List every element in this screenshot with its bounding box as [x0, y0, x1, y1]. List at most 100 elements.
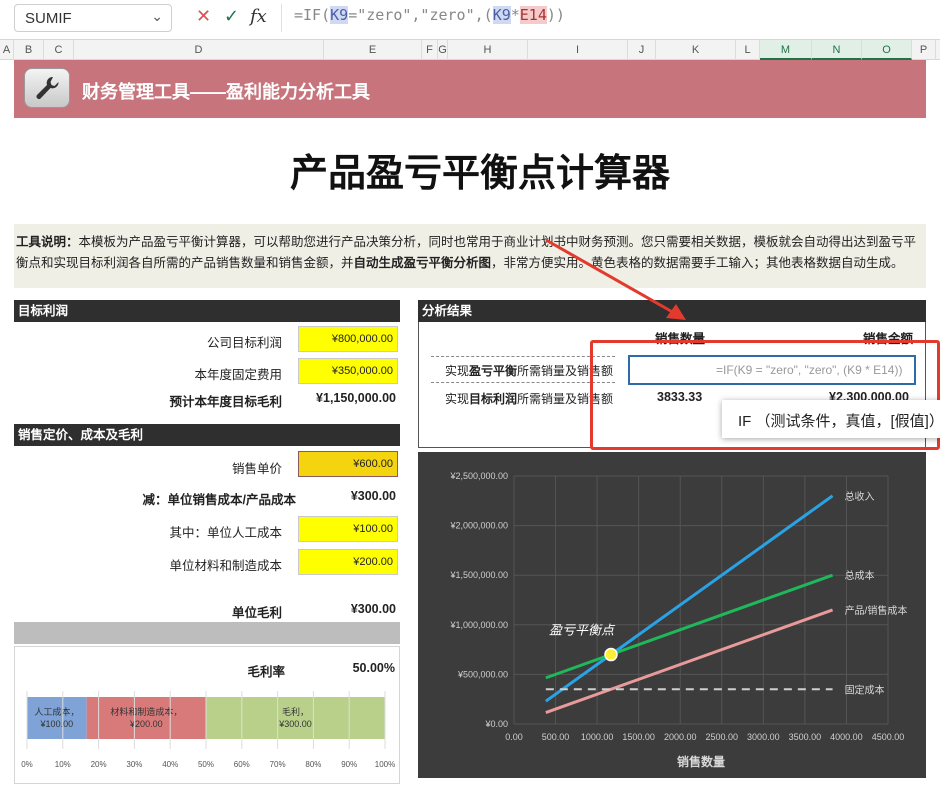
y-tick-label: ¥1,500,000.00 — [449, 570, 508, 580]
bar-tick-label: 20% — [91, 760, 107, 769]
description-bold: 自动生成盈亏平衡分析图 — [353, 256, 492, 270]
margin-rate-value: 50.00% — [352, 661, 395, 675]
labor-cost-label: 其中：单位人工成本 — [169, 526, 282, 540]
y-tick-label: ¥2,000,000.00 — [449, 521, 508, 531]
column-header-b[interactable]: B — [14, 40, 44, 60]
x-tick-label: 4500.00 — [872, 732, 905, 742]
confirm-icon[interactable]: ✓ — [224, 6, 239, 27]
breakeven-point — [604, 647, 618, 662]
series-label: 总成本 — [845, 569, 875, 582]
banner: 财务管理工具——盈利能力分析工具 — [14, 60, 926, 118]
name-box[interactable]: SUMIF ⌄ — [14, 4, 172, 32]
chevron-down-icon[interactable]: ⌄ — [151, 8, 163, 25]
fx-icon[interactable]: fx — [250, 6, 267, 27]
bar-segment-label: 毛利， — [282, 706, 309, 717]
bar-segment — [86, 697, 206, 739]
material-cost-input[interactable]: ¥200.00 — [298, 549, 398, 575]
bar-segment-value: ¥100.00 — [40, 719, 74, 729]
y-tick-label: ¥0.00 — [484, 719, 508, 729]
fixed-cost-input[interactable]: ¥350,000.00 — [298, 358, 398, 384]
formula-buttons: ✕ ✓ fx — [186, 4, 282, 32]
breakeven-chart: 0.00 500.00 1000.00 1500.00 2000.00 2500.00 30… — [418, 452, 926, 778]
column-header-d[interactable]: D — [74, 40, 324, 60]
unit-price-input[interactable]: ¥600.00 — [298, 451, 398, 477]
bar-segment-label: 人工成本， — [34, 706, 79, 717]
formula-mid: ="zero","zero",( — [348, 6, 493, 24]
column-header-o[interactable]: O — [862, 40, 912, 60]
x-axis-label: 销售数量 — [677, 754, 725, 769]
labor-cost-input[interactable]: ¥100.00 — [298, 516, 398, 542]
name-box-value: SUMIF — [25, 10, 72, 27]
tool-description: 工具说明：本模板为产品盈亏平衡计算器，可以帮助您进行产品决策分析，同时也常用于商… — [14, 224, 926, 288]
bar-tick-label: 90% — [341, 760, 357, 769]
column-header-h[interactable]: H — [448, 40, 528, 60]
bar-tick-label: 30% — [126, 760, 142, 769]
bar-segment — [27, 697, 87, 739]
bar-tick-label: 0% — [21, 760, 33, 769]
company-target-label: 公司目标利润 — [206, 336, 282, 350]
bar-tick-label: 10% — [55, 760, 71, 769]
x-tick-label: 1000.00 — [581, 732, 614, 742]
formula-ref-e14: E14 — [519, 6, 547, 24]
x-tick-label: 3000.00 — [747, 732, 780, 742]
page-title: 产品盈亏平衡点计算器 — [289, 153, 670, 195]
y-tick-label: ¥2,500,000.00 — [449, 471, 508, 481]
x-tick-label: 500.00 — [542, 732, 570, 742]
material-cost-label: 单位材料和制造成本 — [169, 559, 282, 573]
formula-input[interactable]: =IF(K9="zero","zero",(K9*E14)) — [294, 6, 565, 24]
series-label: 总收入 — [845, 490, 875, 503]
x-tick-label: 1500.00 — [622, 732, 655, 742]
x-tick-label: 4000.00 — [830, 732, 863, 742]
unit-margin-value: ¥300.00 — [350, 602, 396, 616]
x-tick-label: 3500.00 — [789, 732, 822, 742]
formula-ref-k9-b: K9 — [492, 6, 511, 24]
bar-tick-label: 80% — [305, 760, 321, 769]
column-header-m[interactable]: M — [760, 40, 812, 60]
y-tick-label: ¥1,000,000.00 — [449, 620, 508, 630]
cancel-icon[interactable]: ✕ — [196, 6, 211, 27]
gross-target-label: 预计本年度目标毛利 — [169, 395, 282, 409]
series-line — [544, 494, 834, 703]
section-target-profit: 目标利润 — [14, 300, 400, 322]
unit-price-label: 销售单价 — [231, 462, 282, 476]
x-tick-label: 2500.00 — [706, 732, 739, 742]
column-header-j[interactable]: J — [628, 40, 656, 60]
y-tick-label: ¥500,000.00 — [457, 669, 508, 679]
wrench-icon — [24, 68, 70, 108]
bar-tick-label: 70% — [270, 760, 286, 769]
bar-segment-label: 材料和制造成本， — [110, 706, 182, 717]
formula-prefix: =IF( — [294, 6, 331, 24]
column-header-a[interactable]: A — [0, 40, 14, 60]
x-tick-label: 0.00 — [505, 732, 523, 742]
breakeven-chart-svg: 0.00 500.00 1000.00 1500.00 2000.00 2500.00 30… — [449, 471, 908, 769]
unit-cost-value: ¥300.00 — [350, 489, 396, 503]
column-header-f[interactable]: F — [422, 40, 438, 60]
column-header-p[interactable]: P — [912, 40, 936, 60]
stacked-bar-svg: 人工成本，¥100.00材料和制造成本，¥200.00毛利，¥300.000% 1… — [21, 691, 395, 769]
column-header-e[interactable]: E — [324, 40, 422, 60]
series-label: 固定成本 — [845, 683, 885, 696]
tooltip-text: IF （测试条件，真值，[假值]） — [738, 413, 940, 430]
bar-tick-label: 50% — [198, 760, 214, 769]
column-header-c[interactable]: C — [44, 40, 74, 60]
company-target-input[interactable]: ¥800,000.00 — [298, 326, 398, 352]
column-header-g[interactable]: G — [438, 40, 448, 60]
formula-bar: SUMIF ⌄ ✕ ✓ fx =IF(K9="zero","zero",(K9*… — [0, 0, 940, 40]
column-header-n[interactable]: N — [812, 40, 862, 60]
column-header-k[interactable]: K — [656, 40, 736, 60]
column-header-i[interactable]: I — [528, 40, 628, 60]
column-headers: ABCDEFGHIJKLMNOP — [0, 40, 940, 60]
unit-cost-label: 减：单位销售成本/产品成本 — [142, 493, 296, 507]
description-lead: 工具说明： — [16, 235, 79, 249]
fixed-cost-label: 本年度固定费用 — [194, 368, 282, 382]
cost-breakdown-chart: 毛利率 50.00% 人工成本， ¥100.00 材料和制造成本， ¥200.00 毛利… — [14, 646, 400, 784]
bar-tick-label: 40% — [162, 760, 178, 769]
bar-segment-value: ¥300.00 — [278, 719, 312, 729]
gray-divider — [14, 622, 400, 644]
gross-target-value: ¥1,150,000.00 — [316, 391, 396, 405]
column-header-l[interactable]: L — [736, 40, 760, 60]
annotation-arrow — [545, 238, 686, 320]
series-label: 产品/销售成本 — [845, 604, 908, 617]
row-target-label: 实现目标利润所需销量及销售额 — [445, 392, 614, 406]
unit-margin-label: 单位毛利 — [231, 606, 282, 620]
